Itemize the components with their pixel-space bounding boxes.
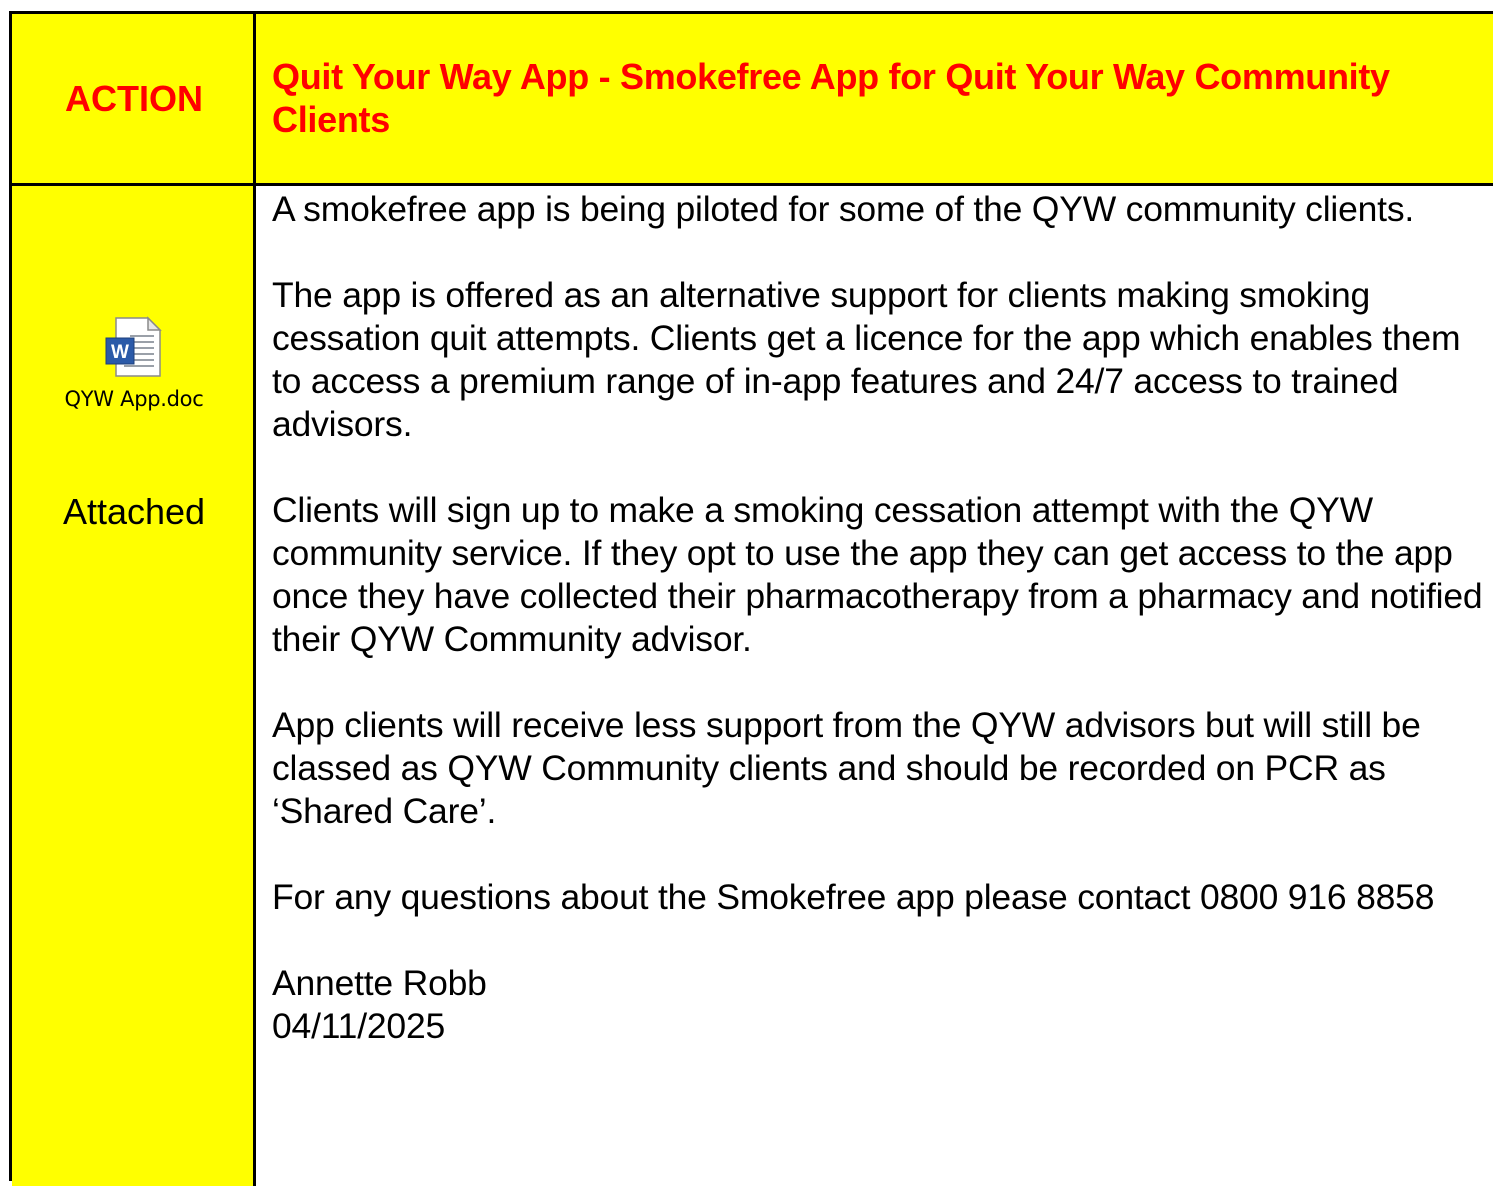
notice-title: Quit Your Way App - Smokefree App for Qu… [272,56,1390,140]
author-name: Annette Robb [272,963,487,1003]
title-header-cell: Quit Your Way App - Smokefree App for Qu… [256,14,1493,186]
attachment-cell: W QYW App.doc Attached [12,186,256,1186]
action-label: ACTION [65,78,203,119]
paragraph-shared-care: App clients will receive less support fr… [272,705,1421,831]
notice-body: A smokefree app is being piloted for som… [272,188,1493,1048]
attachment-file[interactable]: W QYW App.doc [12,316,256,411]
action-header-cell: ACTION [12,14,256,186]
svg-text:W: W [111,342,129,363]
notice-table: ACTION Quit Your Way App - Smokefree App… [9,11,1493,1186]
paragraph-offer: The app is offered as an alternative sup… [272,275,1461,444]
paragraph-contact: For any questions about the Smokefree ap… [272,877,1435,917]
paragraph-signup: Clients will sign up to make a smoking c… [272,490,1483,659]
word-document-icon[interactable]: W [104,316,164,378]
attachment-status: Attached [62,491,206,532]
paragraph-pilot: A smokefree app is being piloted for som… [272,189,1415,229]
attachment-filename[interactable]: QYW App.doc [12,387,256,411]
notice-date: 04/11/2025 [272,1006,446,1046]
content-cell: A smokefree app is being piloted for som… [256,186,1493,1186]
